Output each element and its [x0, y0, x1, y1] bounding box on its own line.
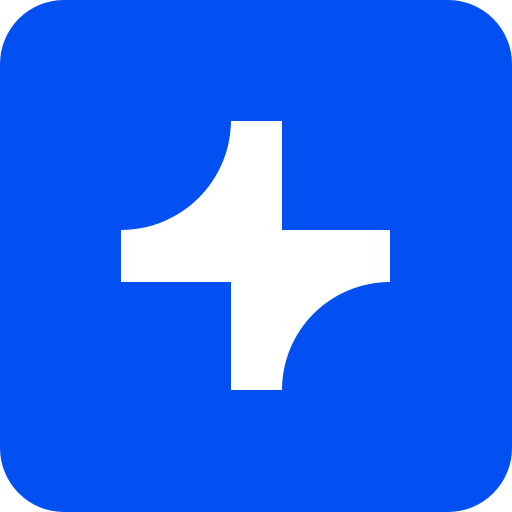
app-icon-graphic — [0, 0, 512, 512]
app-icon — [0, 0, 512, 512]
